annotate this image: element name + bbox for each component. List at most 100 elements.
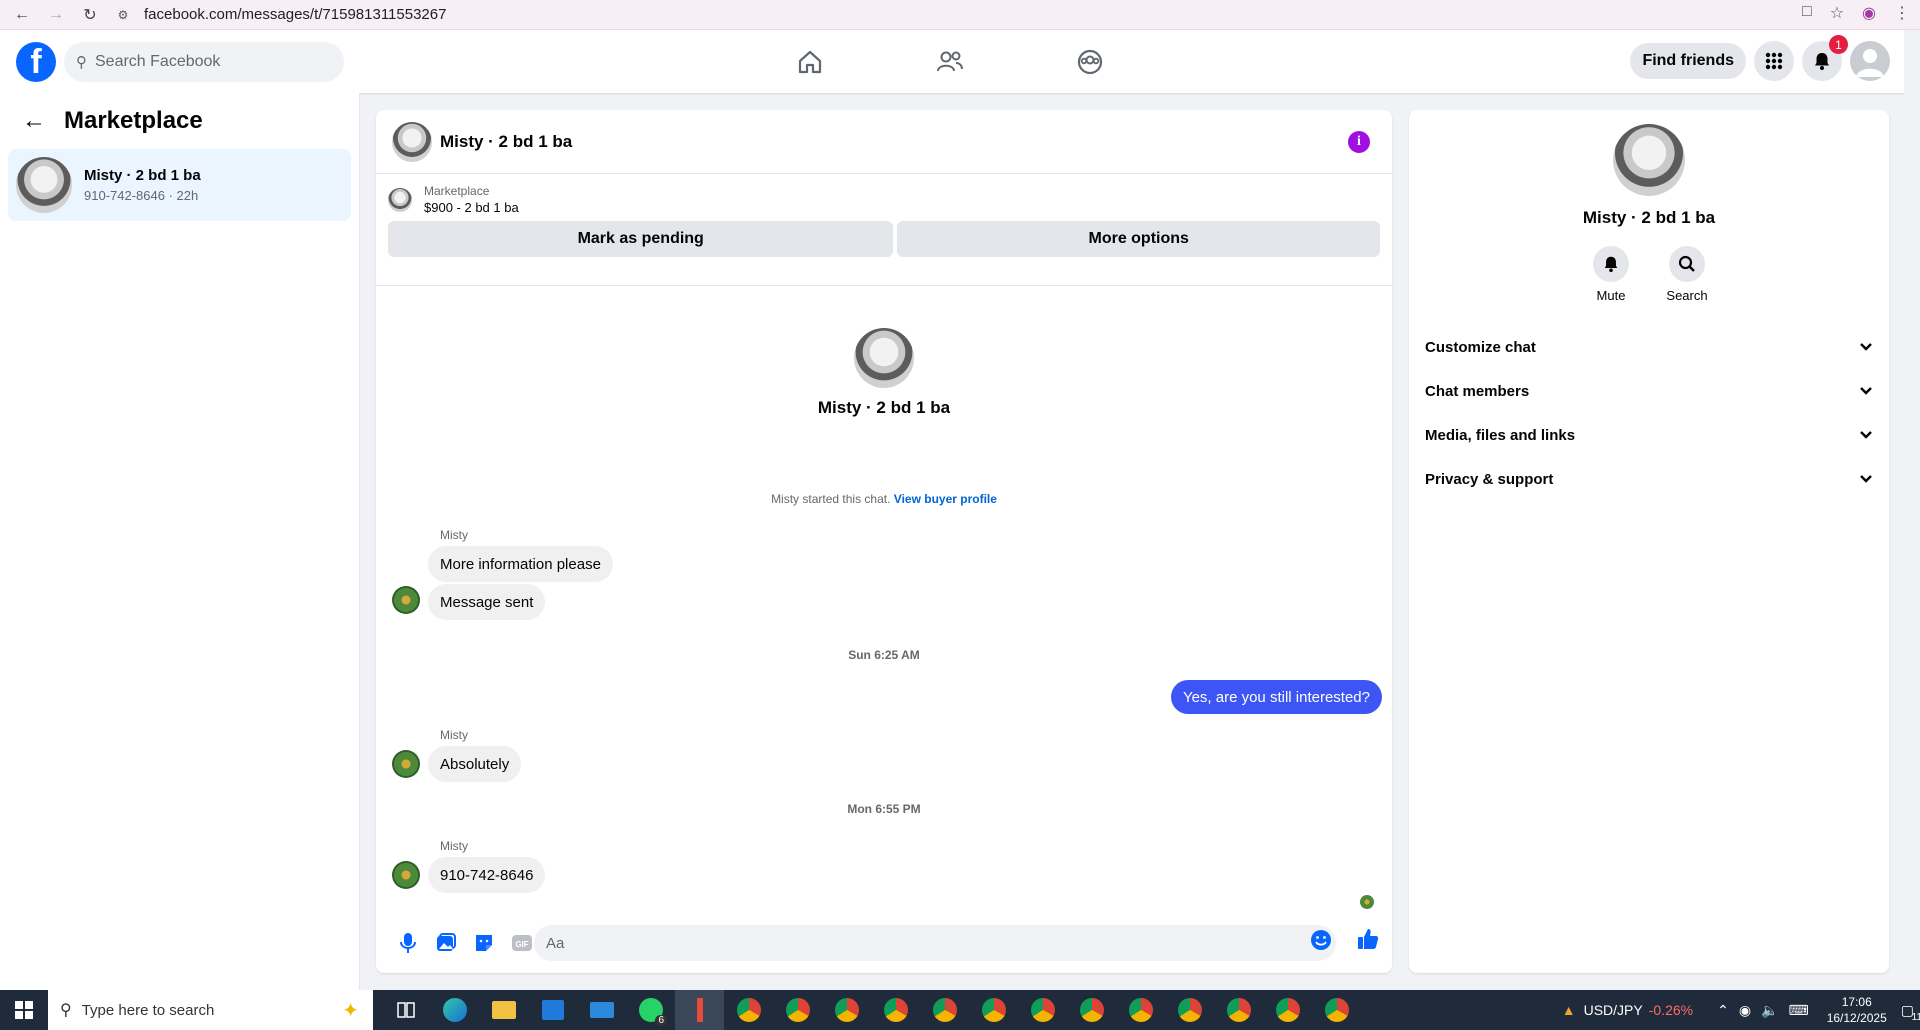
task-view-icon[interactable] [381,990,430,1030]
chrome-icon[interactable] [822,990,871,1030]
chrome-icon[interactable] [1067,990,1116,1030]
notifications-button[interactable]: 1 [1802,35,1848,81]
chrome-icon[interactable] [920,990,969,1030]
taskbar-clock[interactable]: 17:06 16/12/2025 [1827,994,1887,1026]
bookmark-star-icon[interactable]: ☆ [1830,3,1844,23]
whatsapp-badge: 6 [655,1015,667,1026]
reload-icon[interactable]: ↻ [78,3,102,27]
search-in-conversation-button[interactable]: Search [1666,246,1708,303]
grid-icon [1765,52,1783,70]
mail-icon[interactable] [577,990,626,1030]
info-icon[interactable]: i [1348,131,1370,153]
main-nav [790,42,1110,82]
windows-start-icon[interactable] [0,990,48,1030]
action-center-icon[interactable]: ▢ 11 [1901,1002,1920,1023]
keyboard-icon[interactable]: ⌨ [1788,1002,1808,1019]
chat-members-section[interactable]: Chat members [1425,369,1873,413]
message-bubble[interactable]: Absolutely [428,746,522,782]
chrome-icon[interactable] [1263,990,1312,1030]
sender-name: Misty [440,728,468,742]
sender-avatar[interactable] [392,586,420,614]
site-settings-icon[interactable]: ⚙ [114,6,132,24]
emoji-icon[interactable] [1310,929,1332,956]
chrome-icon[interactable] [1312,990,1361,1030]
message-input[interactable]: Aa [534,925,1336,961]
taskbar-search-placeholder: Type here to search [81,1001,215,1019]
search-icon [1678,255,1695,272]
profile-icon[interactable]: ◉ [1862,3,1876,23]
outgoing-message-bubble[interactable]: Yes, are you still interested? [1170,680,1382,714]
groups-icon[interactable] [1070,42,1110,82]
edge-browser-icon[interactable] [430,990,479,1030]
thread-name: Misty · 2 bd 1 ba [84,167,201,184]
microphone-icon[interactable] [390,925,426,961]
taskbar-search-box[interactable]: ⚲ Type here to search ✦ [48,990,373,1030]
photo-icon[interactable] [428,925,464,961]
customize-chat-section[interactable]: Customize chat [1425,325,1873,369]
details-name: Misty · 2 bd 1 ba [1582,208,1716,227]
chrome-icon[interactable] [871,990,920,1030]
conversation-title[interactable]: Misty · 2 bd 1 ba [440,132,572,152]
currency-pair[interactable]: USD/JPY [1584,1002,1643,1018]
back-arrow-icon[interactable]: ← [22,107,46,135]
menu-dots-icon[interactable]: ⋮ [1894,3,1910,23]
sender-avatar[interactable] [392,750,420,778]
chrome-icon[interactable] [1116,990,1165,1030]
friends-icon[interactable] [930,42,970,82]
chrome-icon[interactable] [1165,990,1214,1030]
message-timestamp: Mon 6:55 PM [847,802,921,816]
message-bubble[interactable]: More information please [428,546,613,582]
listing-title[interactable]: $900 - 2 bd 1 ba [424,200,519,215]
address-bar[interactable]: ⚙ facebook.com/messages/t/71598131155326… [114,3,447,27]
message-input-placeholder: Aa [546,934,565,952]
like-thumb-icon[interactable] [1356,927,1380,956]
listing-thumbnail[interactable] [388,187,412,212]
back-arrow-icon[interactable]: ← [10,3,34,27]
chevron-down-icon [1859,427,1873,444]
facebook-header: f ⚲ Search Facebook Find friends 1 [0,30,1920,93]
active-app-icon[interactable] [675,990,724,1030]
wifi-icon[interactable]: ◉ [1739,1002,1751,1019]
find-friends-button[interactable]: Find friends [1630,43,1746,79]
chrome-icon[interactable] [773,990,822,1030]
action-center-badge: 11 [1911,1011,1920,1023]
section-label: Media, files and links [1425,426,1576,444]
currency-widget-icon[interactable]: ▲ [1562,1002,1576,1018]
install-app-icon[interactable]: □ [1802,3,1812,23]
page-scrollbar[interactable] [1904,30,1920,990]
section-label: Customize chat [1425,338,1536,356]
mute-button[interactable]: Mute [1591,246,1631,303]
sender-name: Misty [440,528,468,542]
details-avatar[interactable] [1613,124,1685,196]
microsoft-store-icon[interactable] [528,990,577,1030]
chrome-icon[interactable] [969,990,1018,1030]
chrome-icon[interactable] [724,990,773,1030]
media-files-links-section[interactable]: Media, files and links [1425,413,1873,457]
home-icon[interactable] [790,42,830,82]
chrome-icon[interactable] [1018,990,1067,1030]
forward-arrow-icon[interactable]: → [44,3,68,27]
more-options-button[interactable]: More options [897,221,1380,257]
volume-icon[interactable]: 🔈 [1761,1002,1778,1019]
message-bubble[interactable]: Message sent [428,584,546,620]
search-facebook-input[interactable]: ⚲ Search Facebook [64,41,344,82]
chrome-icon[interactable] [1214,990,1263,1030]
tray-overflow-icon[interactable]: ⌃ [1717,1002,1729,1019]
chat-list-item[interactable]: Misty · 2 bd 1 ba 910-742-8646 · 22h [8,149,351,221]
mark-as-pending-button[interactable]: Mark as pending [388,221,894,257]
sender-avatar[interactable] [392,861,420,889]
account-avatar[interactable] [1850,41,1890,81]
search-icon: ⚲ [60,1002,72,1019]
message-bubble[interactable]: 910-742-8646 [428,857,546,893]
intro-avatar [854,328,914,388]
view-buyer-profile-link[interactable]: View buyer profile [894,492,997,506]
privacy-support-section[interactable]: Privacy & support [1425,457,1873,501]
whatsapp-icon[interactable]: 6 [626,990,675,1030]
search-icon: ⚲ [76,53,87,71]
windows-taskbar: ⚲ Type here to search ✦ 6 ▲ USD/JPY -0.2… [0,990,1920,1030]
file-explorer-icon[interactable] [479,990,528,1030]
menu-grid-button[interactable] [1754,41,1794,81]
facebook-logo[interactable]: f [16,41,56,82]
sticker-icon[interactable] [466,925,502,961]
conversation-avatar[interactable] [392,121,432,162]
